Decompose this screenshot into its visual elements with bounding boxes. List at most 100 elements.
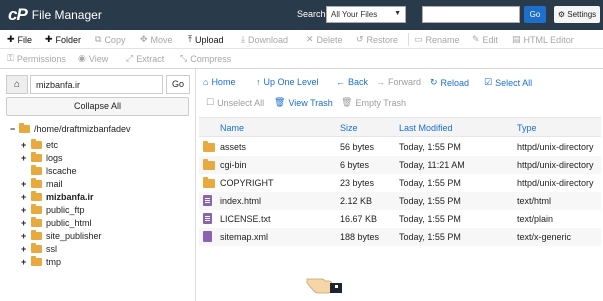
collapse-toggle-icon[interactable]: − (10, 124, 19, 134)
extract-icon: ⤢ (126, 53, 134, 63)
expand-toggle-icon[interactable]: + (21, 205, 31, 215)
cpanel-logo[interactable]: cP File Manager (8, 5, 102, 25)
view-button[interactable]: ◉ View (78, 53, 108, 64)
up-arrow-icon: ↑ (256, 77, 261, 87)
tree-item-mail[interactable]: + mail (21, 178, 63, 189)
delete-button[interactable]: ✕ Delete (306, 34, 343, 45)
search-scope-select[interactable]: All Your Files ▼ (326, 6, 406, 23)
tree-item-etc[interactable]: + etc (21, 139, 58, 150)
table-row[interactable]: LICENSE.txt 16.67 KB Today, 1:55 PM text… (199, 210, 601, 228)
path-navigator: ⌂ mizbanfa.ir Go (6, 75, 190, 94)
forward-button[interactable]: → Forward (376, 77, 421, 87)
view-trash-button[interactable]: 🗑 View Trash (274, 97, 333, 108)
upload-button[interactable]: ⤒ Upload (188, 34, 224, 45)
pencil-icon: ✎ (472, 34, 480, 44)
home-path-button[interactable]: ⌂ (6, 75, 28, 94)
expand-toggle-icon[interactable]: + (21, 231, 31, 241)
edit-button[interactable]: ✎ Edit (472, 34, 498, 45)
download-icon: ⤓ (241, 34, 245, 44)
table-row[interactable]: COPYRIGHT 23 bytes Today, 1:55 PM httpd/… (199, 174, 601, 192)
table-header: Name Size Last Modified Type (199, 117, 601, 137)
download-button[interactable]: ⤓ Download (241, 34, 288, 45)
folder-icon (31, 243, 42, 253)
upload-icon: ⤒ (188, 34, 192, 44)
extract-button[interactable]: ⤢ Extract (126, 53, 164, 64)
table-row[interactable]: sitemap.xml 188 bytes Today, 1:55 PM tex… (199, 228, 601, 246)
file-icon (203, 231, 212, 242)
folder-icon (31, 139, 42, 149)
tree-item-site-publisher[interactable]: + site_publisher (21, 230, 102, 241)
new-file-button[interactable]: ✚ File (7, 34, 32, 45)
column-header-size[interactable]: Size (340, 123, 358, 133)
hand-pointer-icon (306, 278, 342, 294)
settings-button[interactable]: ⚙ Settings (554, 6, 600, 23)
column-header-name[interactable]: Name (220, 123, 244, 133)
compress-button[interactable]: ⤡ Compress (180, 53, 231, 64)
permissions-button[interactable]: ⚿ Permissions (7, 53, 66, 64)
expand-toggle-icon[interactable]: + (21, 218, 31, 228)
tree-item-lscache[interactable]: lscache (21, 165, 77, 176)
home-button[interactable]: ⌂ Home (203, 77, 235, 87)
chevron-down-icon: ▼ (394, 10, 401, 17)
search-input[interactable] (422, 6, 520, 23)
move-icon: ✥ (140, 34, 148, 44)
folder-open-icon (19, 123, 30, 133)
html-editor-button[interactable]: ▤ HTML Editor (512, 34, 574, 45)
plus-icon: ✚ (45, 34, 53, 44)
cpanel-logo-mark: cP (8, 5, 28, 24)
unselect-all-button[interactable]: ☐ Unselect All (206, 97, 264, 108)
html-file-icon (203, 195, 212, 206)
tree-item-logs[interactable]: + logs (21, 152, 63, 163)
restore-button[interactable]: ↺ Restore (356, 34, 398, 45)
expand-toggle-icon[interactable]: + (21, 257, 31, 267)
plus-icon: ✚ (7, 34, 15, 44)
up-one-level-button[interactable]: ↑ Up One Level (256, 77, 319, 87)
table-row[interactable]: cgi-bin 6 bytes Today, 11:21 AM httpd/un… (199, 156, 601, 174)
tree-item-tmp[interactable]: + tmp (21, 256, 61, 267)
new-folder-button[interactable]: ✚ Folder (45, 34, 81, 45)
eye-icon: ◉ (78, 53, 86, 63)
select-all-button[interactable]: ☑ Select All (484, 77, 532, 88)
expand-toggle-icon[interactable]: + (21, 192, 31, 202)
reload-button[interactable]: ↻ Reload (430, 77, 469, 88)
folder-icon (31, 152, 42, 162)
collapse-all-button[interactable]: Collapse All (6, 97, 189, 116)
expand-toggle-icon[interactable]: + (21, 140, 31, 150)
rename-button[interactable]: ▭ Rename (414, 34, 460, 45)
home-icon: ⌂ (13, 79, 21, 90)
copy-button[interactable]: ⧉ Copy (95, 34, 125, 45)
rename-icon: ▭ (414, 34, 423, 44)
folder-icon (203, 159, 215, 170)
table-row[interactable]: index.html 2.12 KB Today, 1:55 PM text/h… (199, 192, 601, 210)
restore-icon: ↺ (356, 34, 364, 44)
trash-icon: 🗑 (274, 97, 286, 107)
checkbox-empty-icon: ☐ (206, 97, 215, 107)
expand-toggle-icon[interactable]: + (21, 244, 31, 254)
tree-root-label: /home/draftmizbanfadev (34, 124, 131, 134)
tree-item-ssl[interactable]: + ssl (21, 243, 57, 254)
folder-icon (31, 178, 42, 188)
folder-icon (203, 177, 215, 188)
path-input[interactable]: mizbanfa.ir (30, 75, 163, 94)
move-button[interactable]: ✥ Move (140, 34, 173, 45)
key-icon: ⚿ (7, 53, 14, 63)
column-header-type[interactable]: Type (517, 123, 537, 133)
expand-toggle-icon[interactable]: + (21, 153, 31, 163)
table-row[interactable]: assets 56 bytes Today, 1:55 PM httpd/uni… (199, 138, 601, 156)
path-go-button[interactable]: Go (166, 75, 190, 94)
empty-trash-button[interactable]: 🗑 Empty Trash (341, 97, 406, 108)
expand-toggle-icon[interactable]: + (21, 179, 31, 189)
search-go-button[interactable]: Go (524, 6, 546, 23)
tree-root[interactable]: − /home/draftmizbanfadev (10, 123, 131, 134)
folder-icon (31, 165, 42, 175)
tree-item-public-ftp[interactable]: + public_ftp (21, 204, 85, 215)
column-header-last-modified[interactable]: Last Modified (399, 123, 453, 133)
folder-icon (31, 256, 42, 266)
left-arrow-icon: ← (336, 77, 345, 87)
file-listing-panel: ⌂ Home ↑ Up One Level ← Back → Forward ↻ Relo… (197, 69, 603, 301)
tree-item-public-html[interactable]: + public_html (21, 217, 92, 228)
x-icon: ✕ (306, 34, 314, 44)
back-button[interactable]: ← Back (336, 77, 368, 87)
app-title: File Manager (31, 8, 102, 22)
tree-item-mizbanfa[interactable]: + mizbanfa.ir (21, 191, 94, 202)
